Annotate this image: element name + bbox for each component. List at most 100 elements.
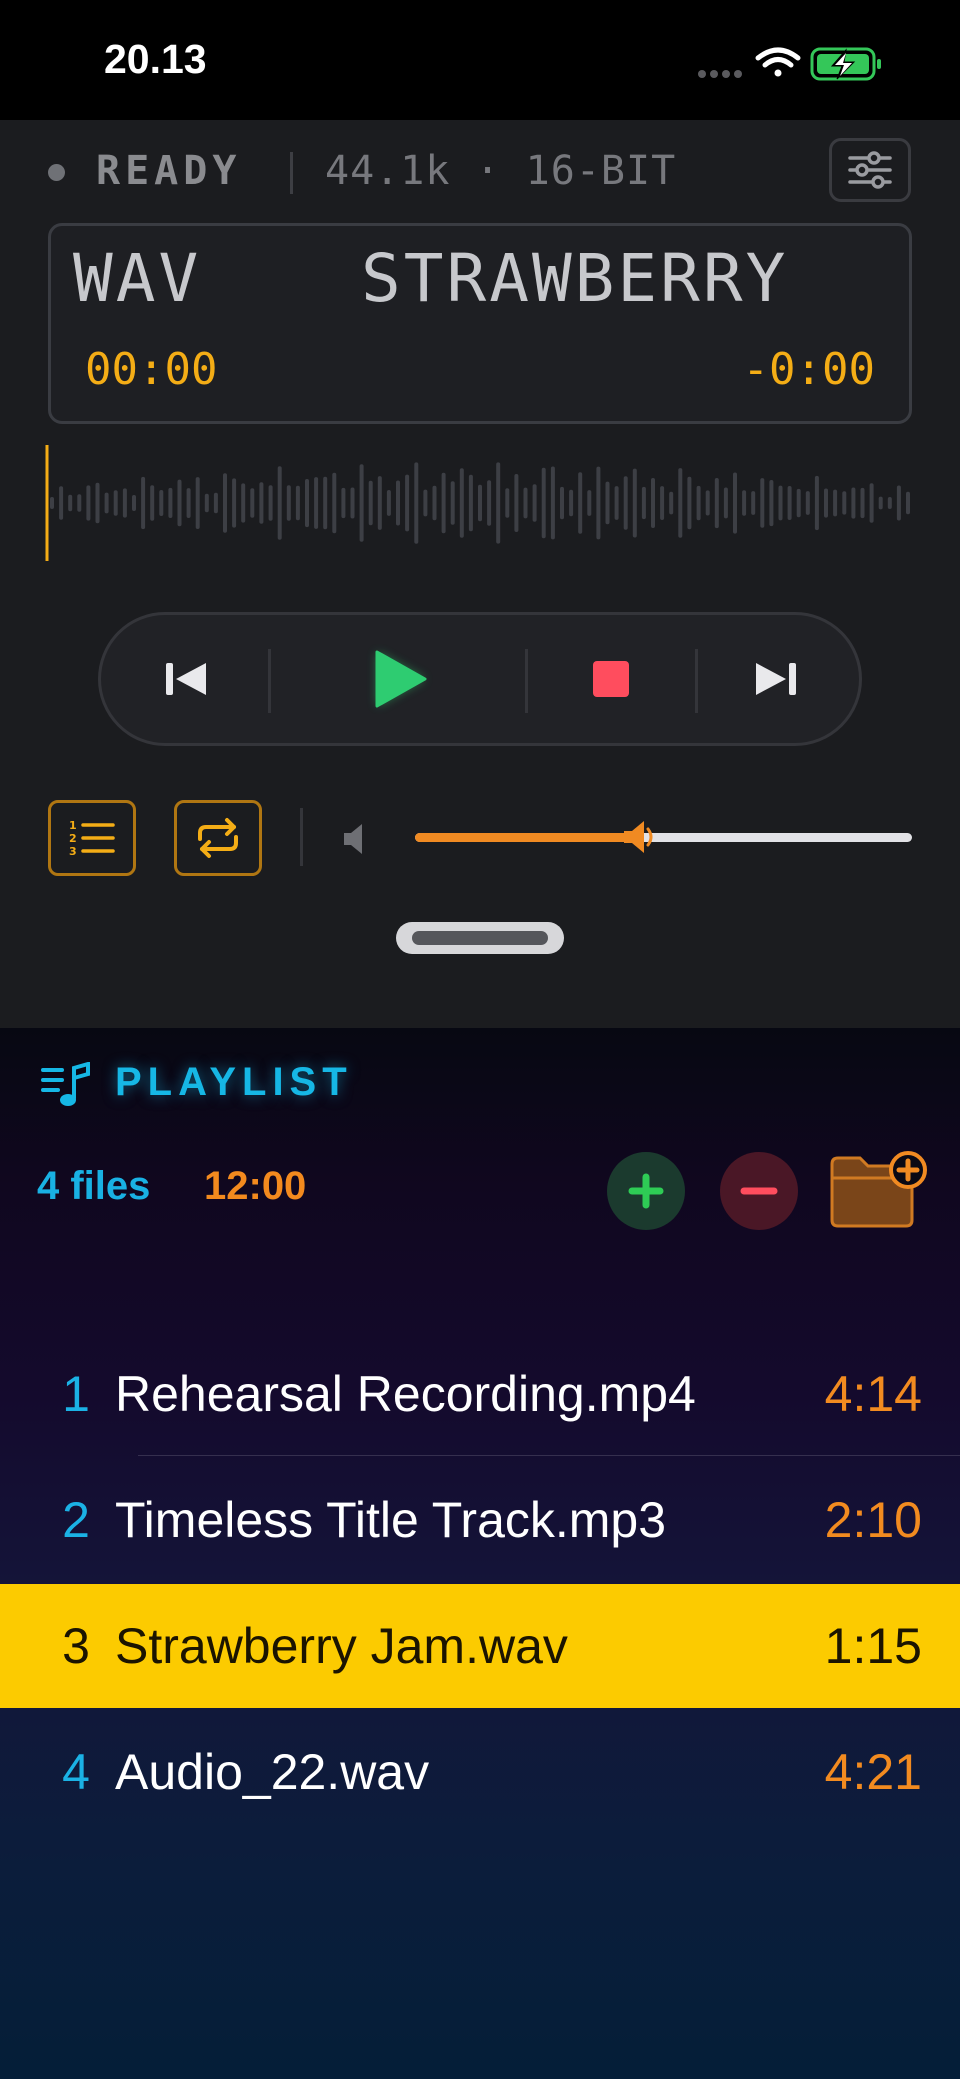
waveform-scrubber[interactable] xyxy=(44,442,916,564)
volume-slider[interactable] xyxy=(415,821,912,853)
waveform-bar xyxy=(805,491,810,515)
drag-handle-grip xyxy=(412,931,548,945)
waveform-bar xyxy=(714,478,719,529)
waveform-bar xyxy=(250,488,255,518)
waveform-bar xyxy=(95,482,100,524)
cellular-dots-icon xyxy=(698,70,742,78)
marquee-text-left: WAV xyxy=(73,240,202,317)
repeat-icon xyxy=(198,818,238,858)
waveform-bar xyxy=(569,489,574,517)
waveform-bar xyxy=(405,474,410,532)
waveform-bar xyxy=(605,481,610,525)
waveform-bar xyxy=(286,485,291,521)
waveform-bar xyxy=(113,490,118,516)
waveform-bar xyxy=(632,468,637,538)
total-duration: 12:00 xyxy=(204,1164,307,1208)
waveform-bar xyxy=(186,488,191,518)
waveform-bar xyxy=(505,488,510,518)
waveform-bar xyxy=(359,464,364,542)
track-number: 4 xyxy=(62,1744,90,1800)
play-button[interactable] xyxy=(271,615,525,743)
row-separator xyxy=(138,1455,960,1456)
track-name: Timeless Title Track.mp3 xyxy=(115,1492,667,1548)
track-duration: 1:15 xyxy=(824,1618,922,1674)
waveform-bar xyxy=(213,492,218,514)
waveform-bar xyxy=(514,474,519,532)
waveform-bar xyxy=(842,491,847,515)
waveform-bar xyxy=(241,483,246,523)
waveform-bar xyxy=(432,485,437,521)
battery-charging-icon xyxy=(810,47,881,81)
waveform-bar xyxy=(396,480,400,526)
track-row[interactable]: 2 Timeless Title Track.mp3 2:10 xyxy=(0,1458,960,1582)
sliders-icon xyxy=(848,151,892,189)
waveform-bar xyxy=(468,474,473,532)
waveform-bar xyxy=(295,485,300,521)
panel-drag-handle[interactable] xyxy=(396,922,564,954)
add-track-button[interactable] xyxy=(607,1152,685,1230)
volume-thumb-icon[interactable] xyxy=(620,814,660,860)
equalizer-settings-button[interactable] xyxy=(829,138,911,202)
track-name: Audio_22.wav xyxy=(115,1744,430,1800)
waveform-bar xyxy=(687,476,692,530)
waveform-bar xyxy=(277,466,282,540)
waveform-bar xyxy=(541,467,546,539)
add-folder-button[interactable] xyxy=(826,1150,932,1234)
waveform-bar xyxy=(177,479,182,527)
waveform-bar xyxy=(423,489,428,517)
remove-track-button[interactable] xyxy=(720,1152,798,1230)
waveform-bar xyxy=(332,472,337,534)
waveform-bar xyxy=(496,462,501,544)
track-number: 1 xyxy=(62,1366,90,1422)
waveform-bar xyxy=(350,487,355,519)
waveform-bar xyxy=(623,476,628,530)
track-row[interactable]: 1 Rehearsal Recording.mp4 4:14 xyxy=(0,1332,960,1456)
next-icon xyxy=(756,663,796,695)
waveform-bar xyxy=(204,493,209,513)
waveform-bar xyxy=(560,486,564,520)
status-indicator-dot xyxy=(48,164,65,181)
elapsed-time: 00:00 xyxy=(85,344,218,395)
stop-icon xyxy=(593,661,629,697)
waveform-bar xyxy=(150,485,155,521)
svg-text:3: 3 xyxy=(69,845,77,858)
waveform-bar xyxy=(523,487,528,519)
waveform-bar xyxy=(104,492,109,514)
waveform-bar xyxy=(614,486,619,520)
waveform-bar xyxy=(660,486,665,520)
waveform-bar xyxy=(59,486,64,520)
waveform-bar xyxy=(50,497,54,509)
waveform-bar xyxy=(195,477,200,529)
waveform-bar xyxy=(778,485,783,521)
waveform-bar xyxy=(141,476,146,530)
player-state-label: READY xyxy=(96,148,242,194)
waveform-bar xyxy=(760,478,765,528)
waveform-bar xyxy=(733,472,737,534)
previous-button[interactable] xyxy=(131,615,241,743)
repeat-button[interactable] xyxy=(174,800,262,876)
track-row[interactable]: 3 Strawberry Jam.wav 1:15 xyxy=(0,1584,960,1708)
next-button[interactable] xyxy=(701,615,851,743)
track-row[interactable]: 4 Audio_22.wav 4:21 xyxy=(0,1710,960,1834)
waveform-bar xyxy=(487,480,492,526)
waveform-bar xyxy=(696,485,701,521)
waveform-bar xyxy=(869,483,874,523)
waveform-bar xyxy=(906,491,910,515)
waveform-bar xyxy=(377,476,382,530)
marquee-text-main: STRAWBERRY xyxy=(361,240,789,317)
playlist-title: PLAYLIST xyxy=(115,1060,353,1104)
wifi-icon xyxy=(755,47,801,77)
remaining-time: -0:00 xyxy=(742,344,875,395)
status-bar: 20.13 xyxy=(0,0,960,120)
numbered-list-icon: 123 xyxy=(69,819,115,858)
transport-divider xyxy=(525,649,528,713)
track-number: 3 xyxy=(62,1618,90,1674)
waveform-bar xyxy=(751,491,756,515)
waveform-bar xyxy=(860,487,865,519)
playlist-toggle-button[interactable]: 123 xyxy=(48,800,136,876)
controls-divider xyxy=(300,808,303,866)
track-number: 2 xyxy=(62,1492,90,1548)
waveform-bar xyxy=(851,487,856,519)
track-name: Strawberry Jam.wav xyxy=(115,1618,568,1674)
stop-button[interactable] xyxy=(531,615,691,743)
